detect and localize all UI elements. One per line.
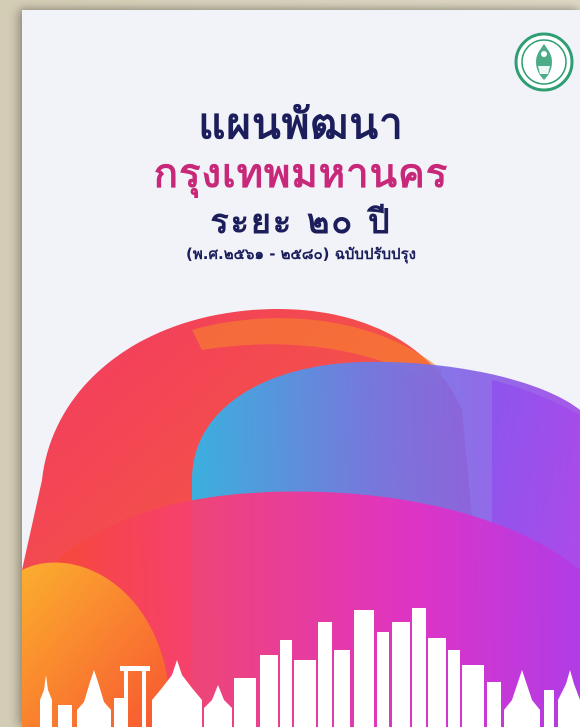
bangkok-seal-icon [514, 32, 574, 92]
cover-title-line-2: กรุงเทพมหานคร [153, 151, 449, 197]
cover-title-block: แผนพัฒนา กรุงเทพมหานคร ระยะ ๒๐ ปี (พ.ศ.๒… [22, 100, 580, 264]
cover-title-line-1: แผนพัฒนา [198, 99, 404, 148]
plan-cover-page: แผนพัฒนา กรุงเทพมหานคร ระยะ ๒๐ ปี (พ.ศ.๒… [22, 10, 580, 727]
cover-subtitle: (พ.ศ.๒๕๖๑ - ๒๕๘๐) ฉบับปรับปรุง [186, 245, 416, 263]
document-viewer: แผนพัฒนา กรุงเทพมหานคร ระยะ ๒๐ ปี (พ.ศ.๒… [0, 0, 580, 727]
cover-title-line-3: ระยะ ๒๐ ปี [210, 202, 392, 242]
